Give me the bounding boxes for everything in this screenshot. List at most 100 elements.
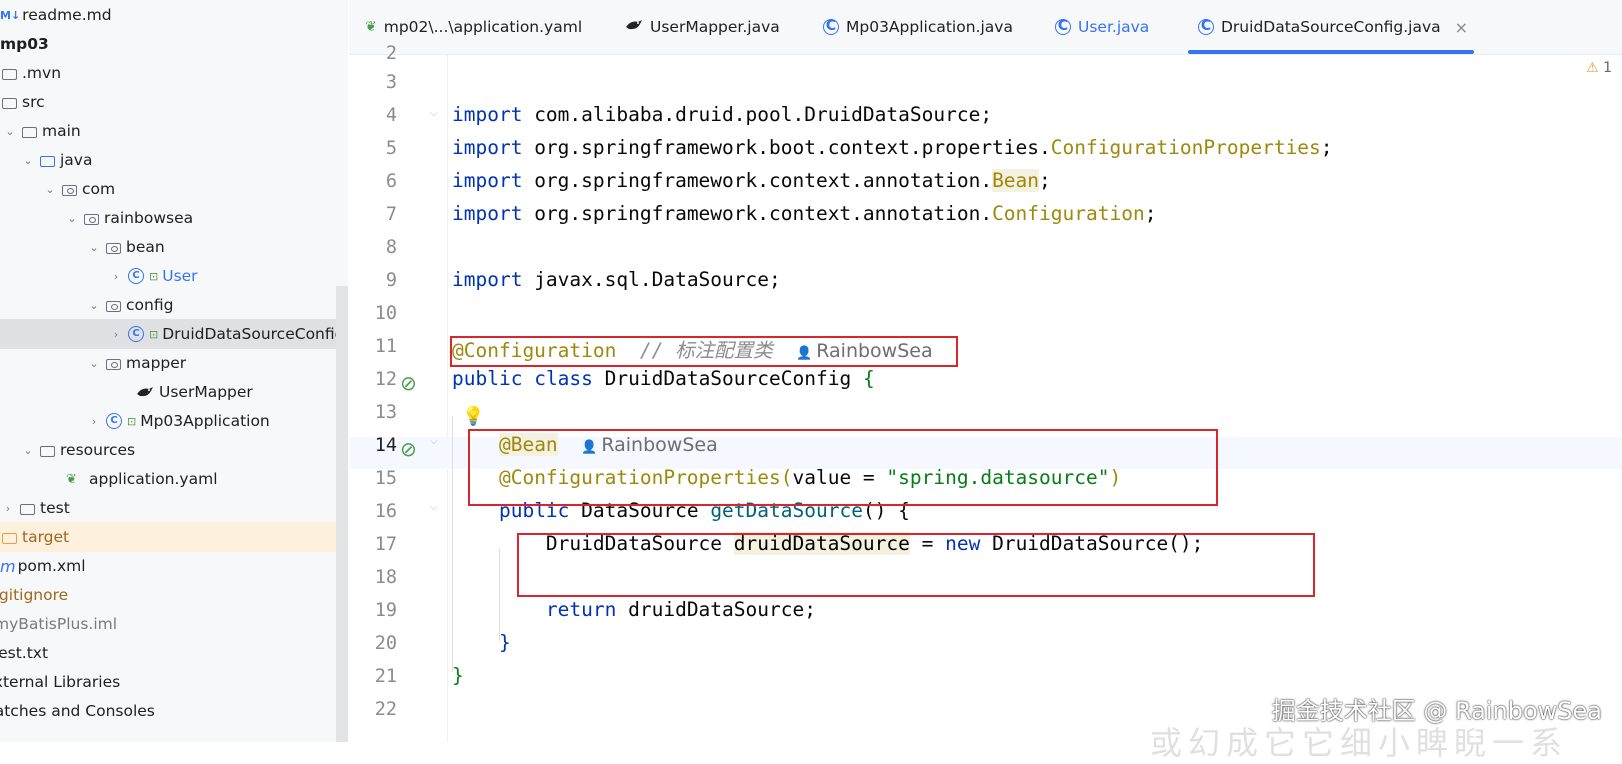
mybatis-bird-icon — [625, 18, 643, 36]
code-line-12[interactable]: public class DruidDataSourceConfig { — [452, 367, 875, 390]
tree-item-main[interactable]: ⌄ main — [0, 116, 348, 146]
gutter-separator — [447, 55, 448, 742]
code-token: import — [452, 136, 523, 159]
line-number: 22 — [374, 699, 397, 720]
highlight-box-instance — [517, 533, 1315, 597]
code-line-20[interactable]: } — [452, 631, 511, 654]
highlight-box-bean — [468, 429, 1218, 506]
tree-item-test[interactable]: › test — [0, 493, 348, 523]
code-token: ; — [1039, 169, 1051, 192]
tree-item-label: com — [82, 180, 116, 198]
code-line-6[interactable]: import org.springframework.context.annot… — [452, 169, 1051, 192]
tree-item-pom[interactable]: m pom.xml — [0, 551, 348, 581]
code-line-9[interactable]: import javax.sql.DataSource; — [452, 268, 781, 291]
code-line-19[interactable]: return druidDataSource; — [452, 598, 816, 621]
tree-item-application-yaml[interactable]: ❦ application.yaml — [0, 464, 348, 494]
warning-icon: ⚠ — [1586, 60, 1599, 76]
tree-item-target[interactable]: target — [0, 522, 348, 552]
class-icon: C — [1198, 19, 1214, 35]
tree-item-test-txt[interactable]: test.txt — [0, 638, 348, 668]
code-line-21[interactable]: } — [452, 664, 464, 687]
spring-yaml-icon: ❦ — [66, 472, 77, 487]
code-token: import — [452, 169, 523, 192]
tree-item-usermapper[interactable]: UserMapper — [0, 377, 348, 407]
tree-item-label: Mp03Application — [140, 412, 270, 430]
folder-icon — [20, 503, 35, 515]
line-number: 12 — [374, 369, 397, 390]
tree-item-resources[interactable]: ⌄ resources — [0, 435, 348, 465]
chevron-down-icon[interactable]: ⌄ — [86, 241, 102, 254]
tree-item-iml[interactable]: myBatisPlus.iml — [0, 609, 348, 639]
tree-item-gitignore[interactable]: .gitignore — [0, 580, 348, 610]
maven-icon: m — [0, 556, 16, 576]
chevron-right-icon[interactable]: › — [0, 502, 16, 515]
tree-item-rainbowsea[interactable]: ⌄ rainbowsea — [0, 203, 348, 233]
tree-item-external-libraries[interactable]: External Libraries — [0, 667, 348, 697]
bean-gutter-icon[interactable]: ⊘ — [400, 371, 417, 395]
line-number: 5 — [385, 138, 397, 159]
lightbulb-icon[interactable]: 💡 — [462, 406, 484, 427]
package-icon — [62, 184, 77, 196]
tab-label: DruidDataSourceConfig.java — [1221, 18, 1441, 36]
code-token: Bean — [992, 169, 1040, 192]
tree-item-label: src — [22, 93, 45, 111]
tree-item-scratches[interactable]: Scratches and Consoles — [0, 696, 348, 726]
chevron-down-icon[interactable]: ⌄ — [86, 299, 102, 312]
tree-item-src[interactable]: src — [0, 87, 348, 117]
chevron-right-icon[interactable]: › — [108, 328, 124, 341]
sidebar-scrollbar[interactable] — [336, 286, 348, 742]
fold-icon[interactable]: ⌵ — [430, 502, 438, 513]
tree-item-label: UserMapper — [159, 383, 253, 401]
line-number: 7 — [385, 204, 397, 225]
package-icon — [84, 213, 99, 225]
chevron-down-icon[interactable]: ⌄ — [2, 125, 18, 138]
tree-item-config[interactable]: ⌄ config — [0, 290, 348, 320]
close-icon[interactable]: × — [1455, 18, 1468, 37]
code-line-4[interactable]: import com.alibaba.druid.pool.DruidDataS… — [452, 103, 992, 126]
chevron-right-icon[interactable]: › — [86, 415, 102, 428]
bean-gutter-icon[interactable]: ⊘ — [400, 437, 417, 461]
spring-yaml-icon: ❦ — [365, 19, 377, 35]
code-token: public — [452, 367, 523, 390]
tab-druiddatasourceconfig[interactable]: C DruidDataSourceConfig.java × — [1188, 0, 1475, 54]
tree-item-druiddatasourceconfig[interactable]: › C ⊡ DruidDataSourceConfig — [0, 319, 348, 349]
spring-boot-class-icon: C — [823, 19, 839, 35]
chevron-down-icon[interactable]: ⌄ — [64, 212, 80, 225]
code-token: DruidDataSourceConfig — [592, 367, 863, 390]
tree-item-mvn[interactable]: .mvn — [0, 58, 348, 88]
tree-item-com[interactable]: ⌄ com — [0, 174, 348, 204]
line-number: 6 — [385, 171, 397, 192]
inspection-widget[interactable]: ⚠ 1 — [1586, 60, 1612, 76]
tab-mp03application[interactable]: C Mp03Application.java — [823, 0, 1013, 54]
chevron-right-icon[interactable]: › — [108, 270, 124, 283]
fold-icon[interactable]: ⌵ — [430, 436, 438, 447]
tree-item-label: External Libraries — [0, 673, 121, 691]
line-number: 19 — [374, 600, 397, 621]
tree-item-readme[interactable]: M↓ readme.md — [0, 0, 348, 30]
code-line-5[interactable]: import org.springframework.boot.context.… — [452, 136, 1333, 159]
tab-usermapper[interactable]: UserMapper.java — [625, 0, 780, 54]
class-icon: C — [128, 326, 144, 342]
tab-user[interactable]: C User.java — [1055, 0, 1149, 54]
chevron-down-icon[interactable]: ⌄ — [20, 444, 36, 457]
chevron-down-icon[interactable]: ⌄ — [86, 357, 102, 370]
line-number: 13 — [374, 402, 397, 423]
tree-item-label: readme.md — [22, 6, 112, 24]
tree-item-bean[interactable]: ⌄ bean — [0, 232, 348, 262]
tree-item-mp03application[interactable]: › C ⊡ Mp03Application — [0, 406, 348, 436]
code-token: org.springframework.boot.context.propert… — [522, 136, 1051, 159]
tree-item-user[interactable]: › C ⊡ User — [0, 261, 348, 291]
code-token: } — [498, 631, 511, 654]
chevron-down-icon[interactable]: ⌄ — [20, 154, 36, 167]
chevron-down-icon[interactable]: ⌄ — [42, 183, 58, 196]
fold-icon[interactable]: ⌵ — [430, 108, 438, 119]
line-number: 14 — [374, 435, 397, 456]
active-tab-indicator — [1188, 50, 1475, 54]
tree-item-project-mp03[interactable]: mp03 — [0, 29, 348, 59]
code-line-7[interactable]: import org.springframework.context.annot… — [452, 202, 1156, 225]
excluded-folder-icon — [2, 532, 17, 544]
tree-item-java[interactable]: ⌄ java — [0, 145, 348, 175]
tab-label: Mp03Application.java — [846, 18, 1013, 36]
tab-application-yaml[interactable]: ❦ mp02\...\application.yaml — [365, 0, 582, 54]
tree-item-mapper[interactable]: ⌄ mapper — [0, 348, 348, 378]
